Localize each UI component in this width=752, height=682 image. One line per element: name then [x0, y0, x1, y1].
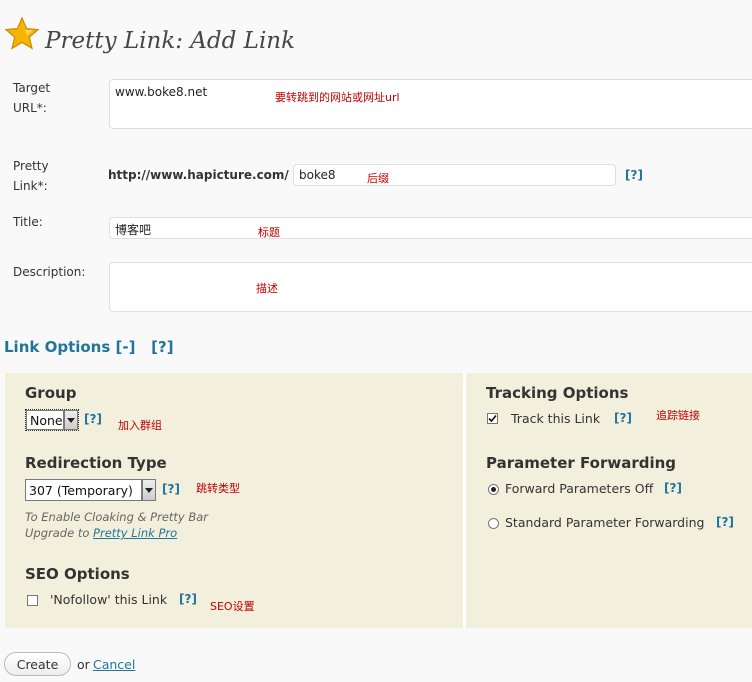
radio-selected-dot	[491, 487, 496, 492]
redirection-type-select[interactable]: 307 (Temporary)	[25, 479, 157, 501]
or-text: or	[77, 657, 90, 672]
tracking-options-heading: Tracking Options	[486, 384, 629, 402]
param-standard-help-link[interactable]: [?]	[716, 515, 734, 529]
seo-options-heading: SEO Options	[25, 565, 130, 583]
chevron-down-icon	[142, 479, 156, 501]
create-button[interactable]: Create	[4, 652, 71, 676]
pretty-link-pro-link[interactable]: Pretty Link Pro	[93, 526, 177, 540]
pretty-link-help-link[interactable]: [?]	[625, 168, 643, 182]
link-options-help-link[interactable]: [?]	[151, 338, 173, 356]
target-url-label: Target URL*:	[13, 78, 50, 118]
track-link-help-link[interactable]: [?]	[614, 411, 632, 425]
chevron-down-icon	[64, 410, 78, 430]
track-link-checkbox[interactable]	[487, 413, 498, 424]
cloaking-note-line2: Upgrade to Pretty Link Pro	[25, 525, 208, 541]
description-label: Description:	[13, 265, 86, 279]
nofollow-label: 'Nofollow' this Link	[50, 592, 168, 607]
nofollow-help-link[interactable]: [?]	[179, 592, 197, 606]
target-url-annotation: 要转跳到的网站或网址url	[275, 91, 400, 104]
param-off-label: Forward Parameters Off	[505, 481, 654, 496]
title-annotation: 标题	[258, 226, 280, 239]
group-select-value: None	[26, 410, 65, 430]
track-link-label: Track this Link	[511, 411, 601, 426]
pretty-link-slug-input[interactable]: boke8	[293, 164, 616, 186]
pretty-link-label: Pretty Link*:	[13, 156, 49, 196]
param-standard-label: Standard Parameter Forwarding	[505, 515, 705, 530]
cloaking-note-prefix: Upgrade to	[25, 526, 94, 540]
pretty-link-prefix: http://www.hapicture.com/	[108, 168, 289, 182]
parameter-forwarding-heading: Parameter Forwarding	[486, 454, 677, 472]
link-options-heading: Link Options [-] [?]	[4, 338, 174, 356]
param-off-help-link[interactable]: [?]	[664, 481, 682, 495]
group-help-link[interactable]: [?]	[84, 412, 102, 426]
star-icon	[4, 16, 40, 50]
target-url-label-line2: URL*:	[13, 101, 47, 115]
cloaking-note-line1: To Enable Cloaking & Pretty Bar	[25, 510, 209, 524]
description-annotation: 描述	[256, 282, 278, 295]
track-link-annotation: 追踪链接	[656, 409, 700, 422]
page-title: Pretty Link: Add Link	[45, 28, 296, 54]
redirection-type-value: 307 (Temporary)	[25, 479, 142, 501]
pretty-link-annotation: 后缀	[367, 172, 389, 185]
description-textarea[interactable]	[109, 262, 752, 312]
cloaking-note: To Enable Cloaking & Pretty Bar Upgrade …	[25, 509, 208, 541]
group-select[interactable]: None	[25, 409, 79, 431]
checkmark-icon	[488, 414, 497, 423]
redirection-help-link[interactable]: [?]	[162, 482, 180, 496]
link-options-title: Link Options	[4, 338, 111, 356]
title-input[interactable]: 博客吧	[109, 217, 752, 239]
title-label: Title:	[13, 215, 43, 229]
link-options-toggle[interactable]: [-]	[116, 338, 136, 356]
group-heading: Group	[25, 384, 77, 402]
nofollow-checkbox[interactable]	[27, 595, 38, 606]
seo-annotation: SEO设置	[210, 600, 255, 613]
group-annotation: 加入群组	[118, 419, 162, 432]
pretty-link-label-line2: Link*:	[13, 179, 48, 193]
cancel-link[interactable]: Cancel	[93, 657, 135, 672]
target-url-input[interactable]: www.boke8.net	[109, 79, 752, 129]
target-url-label-line1: Target	[13, 81, 51, 95]
param-standard-radio[interactable]	[488, 518, 499, 529]
redirection-type-heading: Redirection Type	[25, 454, 167, 472]
link-options-right-panel	[466, 373, 752, 628]
param-off-radio[interactable]	[488, 484, 499, 495]
pretty-link-label-line1: Pretty	[13, 159, 49, 173]
redirection-annotation: 跳转类型	[196, 482, 240, 495]
